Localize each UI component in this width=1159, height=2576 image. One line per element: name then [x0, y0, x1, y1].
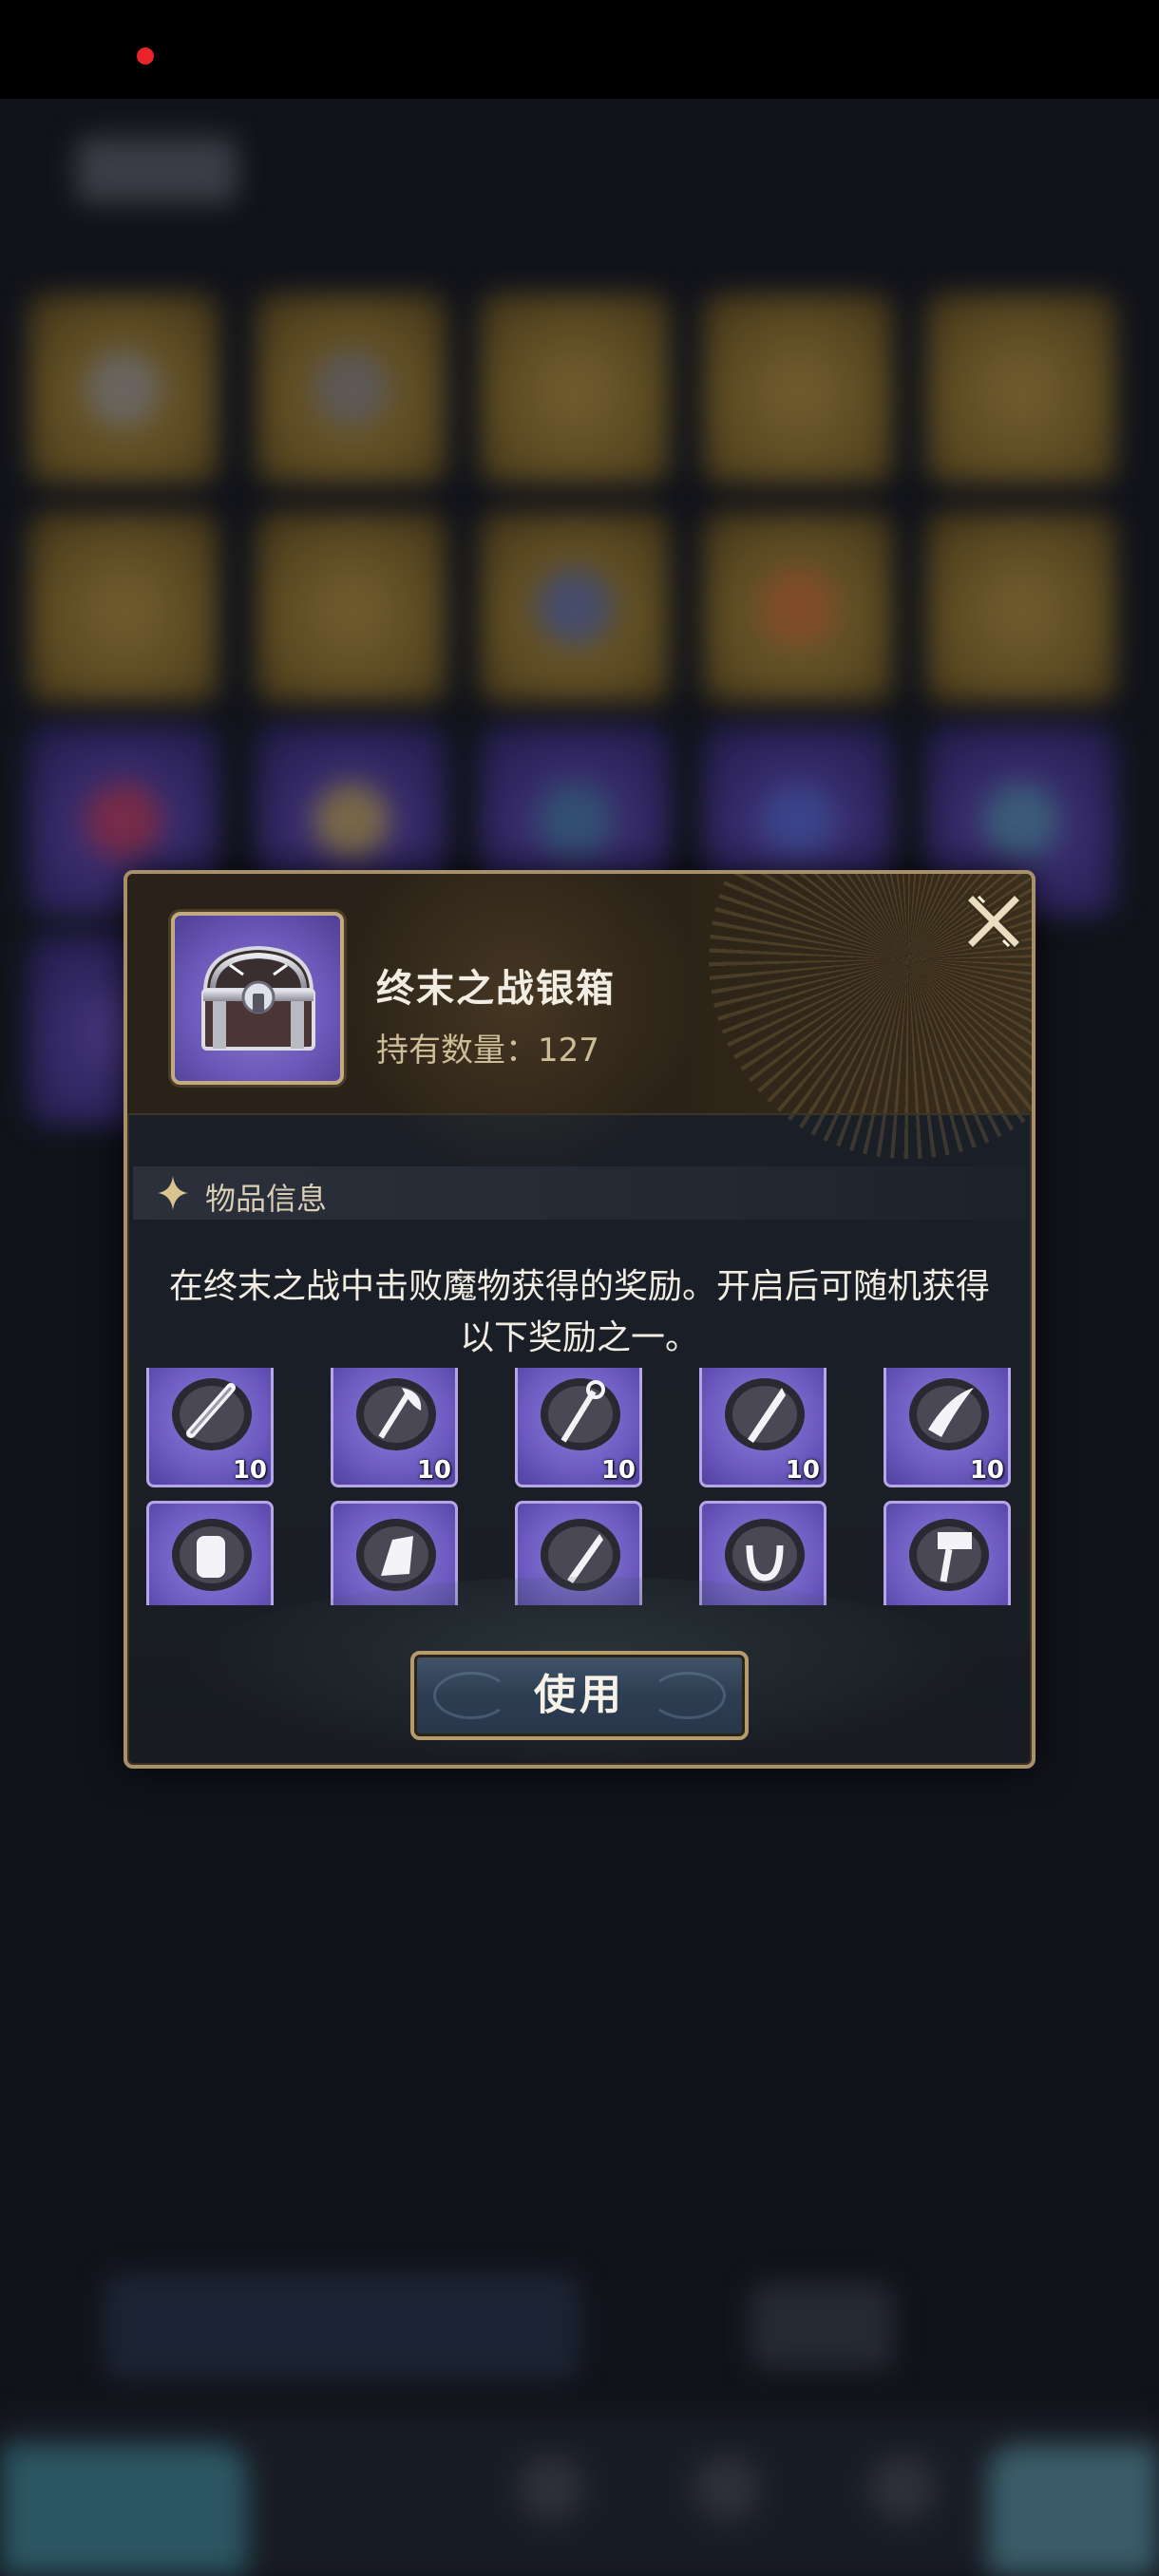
reward-item[interactable]: 10 [884, 1368, 1011, 1487]
background-tile [926, 512, 1116, 702]
close-icon[interactable] [965, 893, 1022, 950]
blade-material-icon [725, 1378, 805, 1450]
reward-item[interactable] [884, 1501, 1011, 1605]
background-nav-tab [988, 2445, 1159, 2576]
dialog-header: 终末之战银箱 持有数量：127 [127, 874, 1032, 1178]
gauntlet-material-icon [172, 1519, 252, 1591]
claw-material-icon [909, 1378, 989, 1450]
hammer-material-icon [909, 1519, 989, 1591]
reward-item[interactable]: 10 [515, 1368, 642, 1487]
reward-quantity: 10 [785, 1456, 820, 1485]
reward-quantity: 10 [232, 1456, 267, 1485]
background-tile [703, 512, 893, 702]
staff-material-icon [541, 1378, 620, 1450]
item-description: 在终末之战中击败魔物获得的奖励。开启后可随机获得以下奖励之一。 [168, 1267, 990, 1357]
reward-item[interactable] [146, 1501, 274, 1605]
background-tile [28, 512, 218, 702]
section-header-item-info: 物品信息 [133, 1166, 1026, 1220]
background-tile [480, 512, 670, 702]
item-icon-frame [171, 912, 344, 1085]
item-count-label: 持有数量： [376, 1032, 538, 1070]
background-nav-tab [0, 2445, 247, 2576]
reward-quantity: 10 [969, 1456, 1004, 1485]
recording-indicator-icon [137, 47, 154, 65]
item-count-value: 127 [538, 1032, 599, 1070]
header-divider [127, 1113, 1032, 1115]
sparkle-icon [158, 1176, 188, 1210]
background-tile [480, 294, 670, 483]
item-detail-dialog: 终末之战银箱 持有数量：127 物品信息 在终末之战中击败魔物获得的奖励。开启后… [124, 870, 1036, 1769]
background-tile [926, 294, 1116, 483]
background-bottom-button [750, 2283, 893, 2369]
section-title: 物品信息 [205, 1181, 328, 1217]
axe-material-icon [356, 1378, 436, 1450]
status-bar [0, 0, 1159, 99]
tube-material-icon [172, 1378, 252, 1450]
background-title [76, 137, 238, 203]
background-tile [256, 294, 446, 483]
silver-chest-icon [201, 945, 315, 1051]
reward-list[interactable]: 10 10 10 10 10 [146, 1368, 1013, 1605]
item-name: 终末之战银箱 [376, 967, 616, 1011]
background-bottom-panel [104, 2274, 580, 2378]
reward-item[interactable]: 10 [331, 1368, 458, 1487]
use-button-label: 使用 [534, 1671, 625, 1719]
background-tile [703, 294, 893, 483]
background-nav-icon [694, 2454, 760, 2521]
background-tile [28, 294, 218, 483]
use-button[interactable]: 使用 [410, 1651, 749, 1740]
item-count: 持有数量：127 [376, 1024, 599, 1070]
reward-item[interactable]: 10 [146, 1368, 274, 1487]
reward-quantity: 10 [600, 1456, 636, 1485]
background-nav-icon [869, 2454, 936, 2521]
background-tile [256, 512, 446, 702]
reward-item[interactable]: 10 [699, 1368, 826, 1487]
reward-quantity: 10 [416, 1456, 451, 1485]
background-nav-icon [518, 2454, 584, 2521]
